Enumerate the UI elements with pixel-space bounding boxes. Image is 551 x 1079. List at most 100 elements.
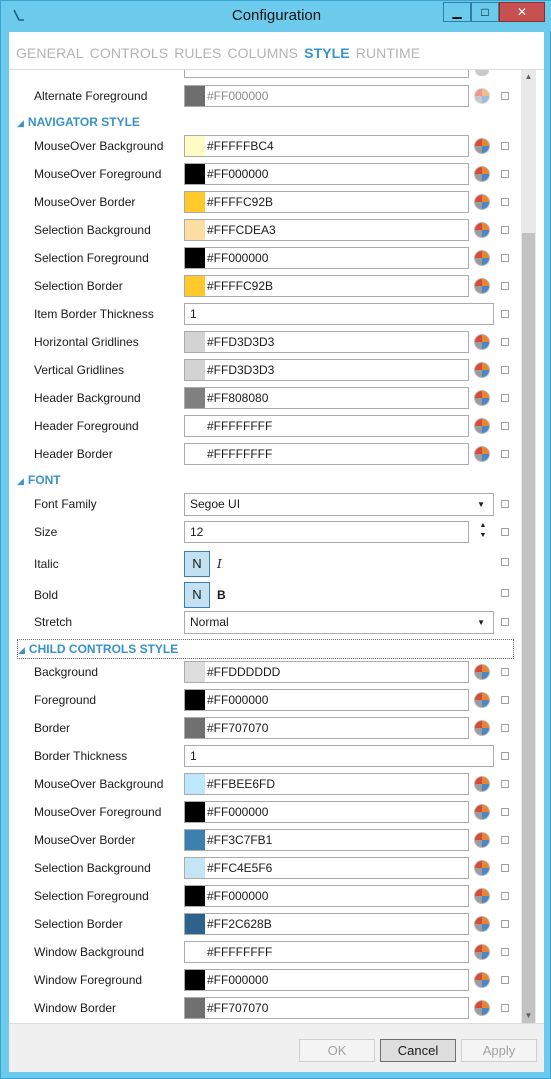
color-picker-icon[interactable] (474, 278, 490, 294)
color-value-input[interactable]: #FF000000 (205, 801, 469, 823)
color-value-input[interactable]: #FF808080 (205, 387, 469, 409)
reset-checkbox[interactable] (501, 500, 509, 508)
reset-checkbox[interactable] (501, 558, 509, 566)
reset-checkbox[interactable] (501, 618, 509, 626)
color-picker-icon[interactable] (474, 222, 490, 238)
tab-rules[interactable]: RULES (174, 45, 221, 67)
color-value-input[interactable]: #FFC4E5F6 (205, 857, 469, 879)
color-picker-icon[interactable] (474, 250, 490, 266)
collapse-triangle-icon[interactable]: ◢ (17, 470, 24, 492)
bold-normal-toggle[interactable]: N (184, 582, 210, 608)
scroll-up-arrow-icon[interactable]: ▲ (521, 70, 536, 84)
vertical-scrollbar[interactable]: ▲ ▼ (521, 70, 536, 1041)
color-picker-icon[interactable] (474, 138, 490, 154)
color-picker-icon[interactable] (474, 664, 490, 680)
color-swatch[interactable] (184, 135, 205, 157)
reset-checkbox[interactable] (501, 589, 509, 597)
color-value-input[interactable]: #FF000000 (205, 85, 469, 107)
color-picker-icon[interactable] (474, 888, 490, 904)
color-picker-icon[interactable] (474, 194, 490, 210)
color-swatch[interactable] (184, 997, 205, 1019)
color-swatch[interactable] (184, 415, 205, 437)
color-picker-icon[interactable] (474, 334, 490, 350)
tab-general[interactable]: GENERAL (16, 45, 84, 67)
font-family-select[interactable]: Segoe UI ▼ (184, 493, 494, 516)
color-picker-icon[interactable] (474, 446, 490, 462)
reset-checkbox[interactable] (501, 338, 509, 346)
color-swatch[interactable] (184, 191, 205, 213)
italic-normal-toggle[interactable]: N (184, 551, 210, 577)
color-swatch[interactable] (184, 275, 205, 297)
close-button[interactable]: ✕ (499, 2, 545, 22)
color-picker-icon[interactable] (474, 1000, 490, 1016)
color-picker-icon[interactable] (474, 418, 490, 434)
color-value-input[interactable]: #FFFFFFFF (205, 415, 469, 437)
color-picker-icon[interactable] (474, 720, 490, 736)
reset-checkbox[interactable] (501, 528, 509, 536)
color-value-input[interactable]: #FFD3D3D3 (205, 359, 469, 381)
color-swatch[interactable] (184, 247, 205, 269)
reset-checkbox[interactable] (501, 864, 509, 872)
color-swatch[interactable] (184, 163, 205, 185)
tab-columns[interactable]: COLUMNS (227, 45, 298, 67)
color-swatch[interactable] (184, 219, 205, 241)
color-swatch[interactable] (184, 443, 205, 465)
reset-checkbox[interactable] (501, 668, 509, 676)
scroll-down-arrow-icon[interactable]: ▼ (521, 1009, 536, 1023)
thickness-input[interactable]: 1 (184, 745, 494, 767)
color-picker-icon[interactable] (474, 362, 490, 378)
color-swatch[interactable] (184, 717, 205, 739)
reset-checkbox[interactable] (501, 780, 509, 788)
scrollbar-thumb[interactable] (522, 233, 535, 1041)
reset-checkbox[interactable] (501, 92, 509, 100)
cancel-button[interactable]: Cancel (380, 1039, 456, 1062)
reset-checkbox[interactable] (501, 142, 509, 150)
reset-checkbox[interactable] (501, 310, 509, 318)
color-picker-icon[interactable] (474, 804, 490, 820)
color-value-input[interactable]: #FF707070 (205, 717, 469, 739)
tab-controls[interactable]: CONTROLS (90, 45, 169, 67)
section-font[interactable]: ◢ FONT (17, 469, 61, 491)
color-picker-icon[interactable] (474, 776, 490, 792)
color-picker-icon[interactable] (474, 972, 490, 988)
color-picker-icon[interactable] (474, 860, 490, 876)
section-child-controls-style[interactable]: ◢ CHILD CONTROLS STYLE (17, 639, 514, 659)
tab-style[interactable]: STYLE (304, 45, 350, 67)
color-value-input[interactable]: #FF000000 (205, 885, 469, 907)
reset-checkbox[interactable] (501, 170, 509, 178)
color-swatch[interactable] (184, 829, 205, 851)
clipped-color-picker-icon[interactable] (475, 70, 489, 76)
thickness-input[interactable]: 1 (184, 303, 494, 325)
title-bar[interactable]: Configuration ▁ □ ✕ (1, 1, 551, 31)
color-swatch[interactable] (184, 689, 205, 711)
font-size-input[interactable]: 12 (184, 521, 469, 543)
reset-checkbox[interactable] (501, 948, 509, 956)
maximize-button[interactable]: □ (471, 2, 499, 22)
color-value-input[interactable]: #FF000000 (205, 689, 469, 711)
color-value-input[interactable]: #FF000000 (205, 969, 469, 991)
reset-checkbox[interactable] (501, 366, 509, 374)
collapse-triangle-icon[interactable]: ◢ (18, 641, 25, 659)
style-settings-scrollview[interactable]: Alternate Foreground #FF000000 ◢ NAVIGATOR … (9, 70, 544, 1023)
color-swatch[interactable] (184, 801, 205, 823)
reset-checkbox[interactable] (501, 976, 509, 984)
color-picker-icon[interactable] (474, 832, 490, 848)
color-value-input[interactable]: #FFFFFFFF (205, 941, 469, 963)
reset-checkbox[interactable] (501, 282, 509, 290)
color-value-input[interactable]: #FF2C628B (205, 913, 469, 935)
minimize-button[interactable]: ▁ (443, 2, 471, 22)
color-value-input[interactable]: #FFFCDEA3 (205, 219, 469, 241)
size-spinner-icon[interactable]: ▲ ▼ (477, 521, 489, 543)
collapse-triangle-icon[interactable]: ◢ (17, 112, 24, 134)
color-value-input[interactable]: #FFDDDDDD (205, 661, 469, 683)
color-value-input[interactable]: #FFFFFFFF (205, 443, 469, 465)
color-value-input[interactable]: #FFFFC92B (205, 275, 469, 297)
color-value-input[interactable]: #FF707070 (205, 997, 469, 1019)
reset-checkbox[interactable] (501, 920, 509, 928)
color-picker-icon[interactable] (474, 692, 490, 708)
color-swatch[interactable] (184, 913, 205, 935)
reset-checkbox[interactable] (501, 254, 509, 262)
reset-checkbox[interactable] (501, 198, 509, 206)
reset-checkbox[interactable] (501, 696, 509, 704)
color-swatch[interactable] (184, 857, 205, 879)
